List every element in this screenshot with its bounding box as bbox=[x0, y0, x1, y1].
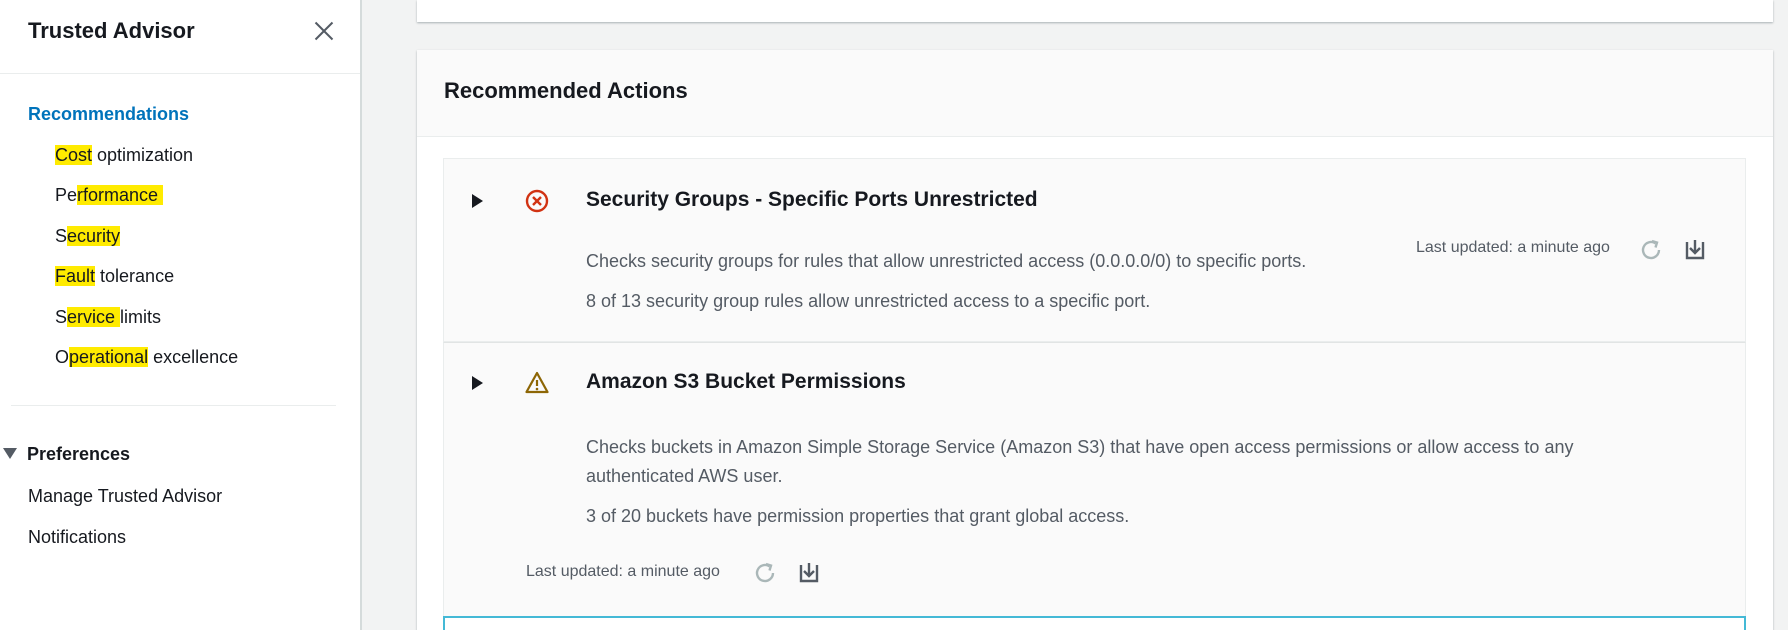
panel-title: Recommended Actions bbox=[444, 78, 688, 103]
last-updated-text: Last updated: a minute ago bbox=[1416, 239, 1610, 256]
expand-caret-icon[interactable] bbox=[472, 376, 483, 390]
error-icon bbox=[525, 189, 549, 213]
download-icon[interactable] bbox=[795, 559, 823, 587]
refresh-icon[interactable] bbox=[751, 559, 779, 587]
check-description: Checks security groups for rules that al… bbox=[586, 251, 1307, 271]
check-summary: 3 of 20 buckets have permission properti… bbox=[586, 506, 1130, 526]
preferences-section-toggle[interactable]: Preferences bbox=[0, 444, 130, 465]
sidebar-item-manage-trusted-advisor[interactable]: Manage Trusted Advisor bbox=[28, 486, 222, 507]
sidebar-item-fault-tolerance[interactable]: Fault tolerance bbox=[55, 266, 174, 287]
side-navigation: Trusted Advisor Recommendations Cost opt… bbox=[0, 0, 362, 630]
sidebar-item-performance[interactable]: Performance bbox=[55, 185, 164, 206]
sidebar-item-notifications[interactable]: Notifications bbox=[28, 527, 126, 548]
sidebar-item-service-limits[interactable]: Service limits bbox=[55, 307, 161, 328]
next-check-row[interactable] bbox=[443, 616, 1746, 630]
refresh-icon[interactable] bbox=[1637, 236, 1665, 264]
download-icon[interactable] bbox=[1681, 236, 1709, 264]
sidebar-item-recommendations[interactable]: Recommendations bbox=[28, 104, 189, 125]
last-updated-text: Last updated: a minute ago bbox=[526, 563, 720, 580]
warning-icon bbox=[525, 371, 549, 394]
check-title[interactable]: Security Groups - Specific Ports Unrestr… bbox=[586, 188, 1038, 212]
caret-down-icon bbox=[3, 448, 17, 459]
expand-caret-icon[interactable] bbox=[472, 194, 483, 208]
check-description: Checks buckets in Amazon Simple Storage … bbox=[586, 437, 1574, 486]
panel-header: Recommended Actions bbox=[417, 50, 1773, 137]
check-summary: 8 of 13 security group rules allow unres… bbox=[586, 291, 1151, 311]
sidebar-item-security[interactable]: Security bbox=[55, 226, 121, 247]
sidebar-item-operational-excellence[interactable]: Operational excellence bbox=[55, 347, 238, 368]
sidebar-item-cost-optimization[interactable]: Cost optimization bbox=[55, 145, 193, 166]
check-row: Security Groups - Specific Ports Unrestr… bbox=[443, 158, 1746, 342]
previous-panel bbox=[417, 0, 1773, 22]
sidebar-divider bbox=[11, 405, 336, 406]
check-title[interactable]: Amazon S3 Bucket Permissions bbox=[586, 370, 906, 394]
check-row: Amazon S3 Bucket Permissions Checks buck… bbox=[443, 342, 1746, 620]
close-icon[interactable] bbox=[311, 18, 337, 44]
sidebar-header: Trusted Advisor bbox=[0, 0, 360, 74]
sidebar-title: Trusted Advisor bbox=[28, 18, 195, 43]
